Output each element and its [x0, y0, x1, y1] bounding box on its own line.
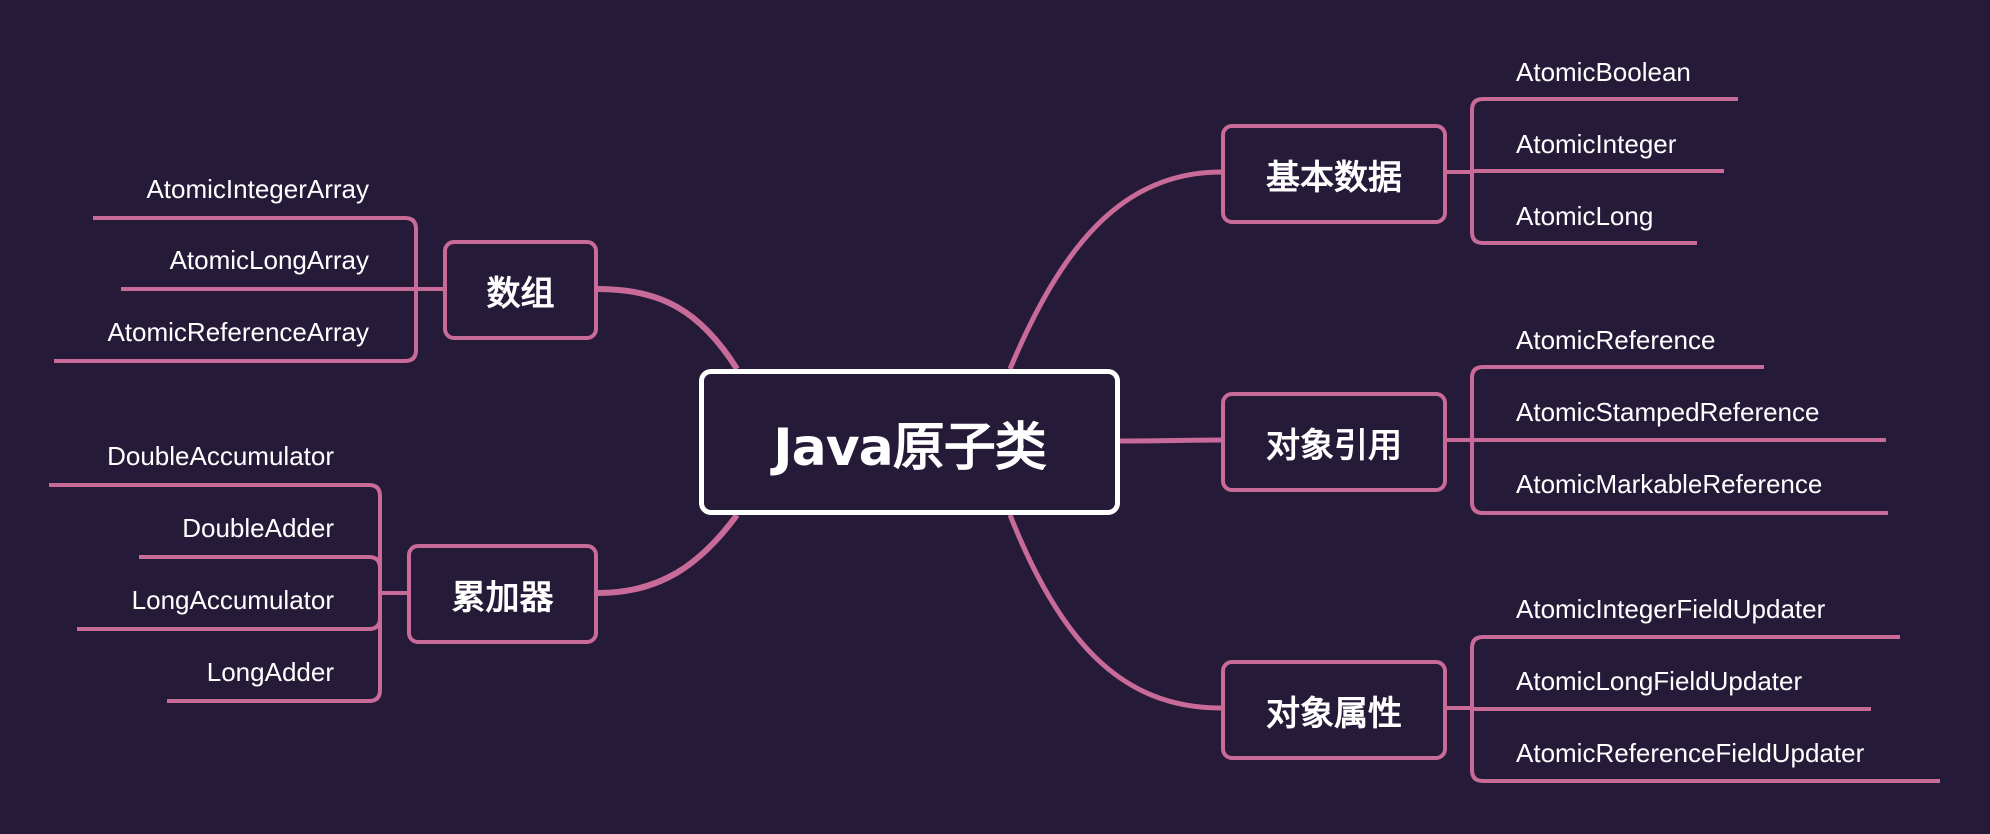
- leaf-long-adder[interactable]: LongAdder: [207, 657, 334, 687]
- branch-node-object-reference[interactable]: 对象引用: [1221, 392, 1447, 492]
- leaf-atomic-long-array[interactable]: AtomicLongArray: [170, 245, 369, 275]
- bracket-accumulator: [368, 483, 407, 703]
- leaf-atomic-boolean[interactable]: AtomicBoolean: [1516, 57, 1691, 87]
- leaf-atomic-stamped-reference[interactable]: AtomicStampedReference: [1516, 397, 1819, 427]
- leaf-atomic-integer-array[interactable]: AtomicIntegerArray: [146, 174, 369, 204]
- link-root-basic-data: [1007, 169, 1222, 370]
- leaf-double-adder[interactable]: DoubleAdder: [182, 513, 334, 543]
- mind-map-canvas: Java原子类 基本数据 对象引用 对象属性 数组 累加器 AtomicBool…: [0, 0, 1990, 834]
- branch-node-label: 累加器: [451, 577, 554, 618]
- branch-node-label: 数组: [486, 273, 555, 314]
- branch-node-label: 对象引用: [1266, 425, 1402, 466]
- leaf-double-accumulator[interactable]: DoubleAccumulator: [107, 441, 334, 471]
- link-root-accumulator: [597, 513, 740, 596]
- leaf-atomic-reference-field-updater[interactable]: AtomicReferenceFieldUpdater: [1516, 738, 1864, 768]
- branch-node-basic-data[interactable]: 基本数据: [1221, 124, 1447, 224]
- leaf-atomic-integer[interactable]: AtomicInteger: [1516, 129, 1676, 159]
- branch-node-accumulator[interactable]: 累加器: [407, 544, 598, 644]
- leaf-atomic-reference[interactable]: AtomicReference: [1516, 325, 1715, 355]
- root-node[interactable]: Java原子类: [699, 369, 1120, 515]
- link-root-object-field: [1007, 514, 1222, 711]
- root-node-label: Java原子类: [773, 417, 1046, 478]
- leaf-atomic-integer-field-updater[interactable]: AtomicIntegerFieldUpdater: [1516, 594, 1825, 624]
- leaf-atomic-long[interactable]: AtomicLong: [1516, 201, 1653, 231]
- leaf-atomic-reference-array[interactable]: AtomicReferenceArray: [107, 317, 369, 347]
- leaf-atomic-long-field-updater[interactable]: AtomicLongFieldUpdater: [1516, 666, 1802, 696]
- branch-node-object-field[interactable]: 对象属性: [1221, 660, 1447, 760]
- link-root-object-reference: [1119, 437, 1222, 444]
- leaf-atomic-markable-reference[interactable]: AtomicMarkableReference: [1516, 469, 1822, 499]
- branch-node-array[interactable]: 数组: [443, 240, 598, 340]
- branch-node-label: 基本数据: [1266, 157, 1402, 198]
- link-root-array: [597, 286, 740, 371]
- leaf-long-accumulator[interactable]: LongAccumulator: [132, 585, 334, 615]
- branch-node-label: 对象属性: [1266, 693, 1402, 734]
